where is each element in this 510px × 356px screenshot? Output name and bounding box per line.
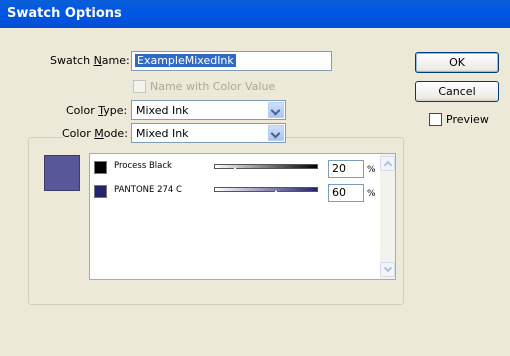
scroll-down-icon[interactable] [380,262,395,277]
ink-list: Process Black 20 % PANTONE 274 C 60 % [89,153,396,280]
ink-percent-field[interactable]: 20 [328,160,364,178]
cancel-button[interactable]: Cancel [415,81,499,102]
ink-name: PANTONE 274 C [114,185,182,195]
color-mode-select[interactable]: Mixed Ink [131,123,286,143]
swatch-options-dialog: Swatch Options Swatch Name: ExampleMixed… [0,0,510,356]
ok-button[interactable]: OK [415,52,499,73]
ink-slider-track[interactable] [214,187,318,192]
percent-sign: % [367,189,376,199]
color-type-label: Color Type: [66,104,128,117]
swatch-name-field[interactable]: ExampleMixedInk [131,51,332,71]
color-type-value: Mixed Ink [136,104,189,117]
chevron-down-icon[interactable] [268,125,284,141]
percent-sign: % [367,165,376,175]
swatch-name-label: Swatch Name: [50,54,130,67]
ink-name: Process Black [114,161,172,171]
chevron-down-icon[interactable] [268,102,284,118]
ink-slider-thumb[interactable] [270,189,283,197]
color-mode-value: Mixed Ink [136,127,189,140]
preview-label: Preview [446,113,489,126]
color-type-select[interactable]: Mixed Ink [131,100,286,120]
title-bar[interactable]: Swatch Options [0,0,510,28]
preview-checkbox[interactable] [429,113,442,126]
scroll-up-icon[interactable] [380,156,395,171]
ink-slider-thumb[interactable] [228,166,241,174]
ink-color-swatch [94,185,107,198]
ink-percent-field[interactable]: 60 [328,184,364,202]
color-mode-label: Color Mode: [62,127,130,140]
name-with-color-value-label: Name with Color Value [150,80,276,93]
ink-row-process-black: Process Black 20 % [90,157,395,179]
swatch-preview [44,155,80,191]
name-with-color-value-checkbox[interactable] [133,80,146,93]
ink-color-swatch [94,161,107,174]
ink-row-pantone-274c: PANTONE 274 C 60 % [90,181,395,203]
window-title: Swatch Options [7,6,122,21]
swatch-name-value: ExampleMixedInk [135,54,236,67]
ink-list-scrollbar[interactable] [380,154,395,279]
